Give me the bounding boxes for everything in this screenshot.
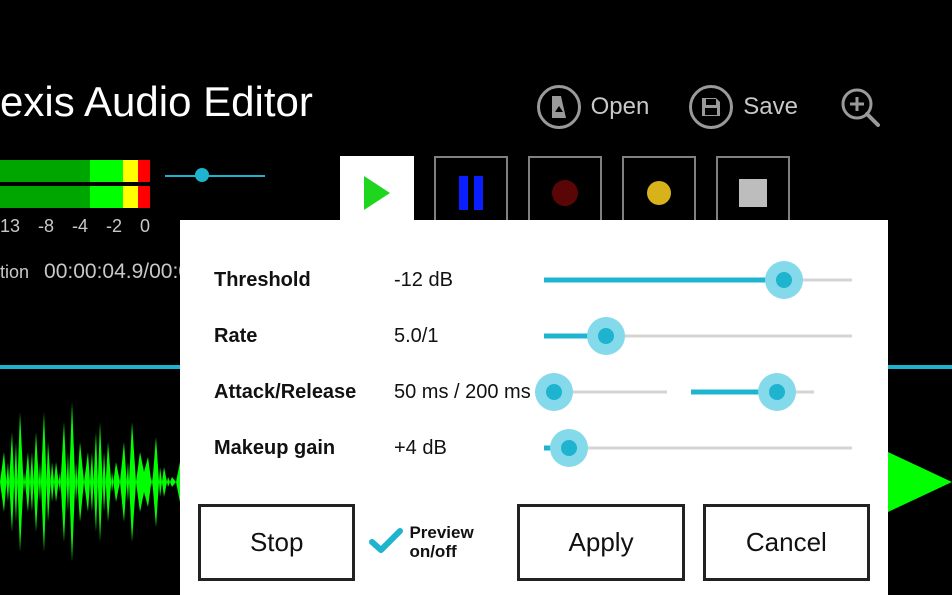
record-icon xyxy=(549,177,581,209)
position-label: tion xyxy=(0,262,29,283)
meter-channel-left xyxy=(0,160,150,182)
threshold-label: Threshold xyxy=(214,269,394,292)
stop-icon xyxy=(739,179,767,207)
rate-thumb[interactable] xyxy=(587,317,625,355)
threshold-slider[interactable] xyxy=(544,260,852,300)
save-label: Save xyxy=(743,93,798,121)
rate-row: Rate 5.0/1 xyxy=(214,308,852,364)
level-meter: 13 -8 -4 -2 0 xyxy=(0,160,150,237)
app-title: exis Audio Editor xyxy=(0,78,313,126)
mark-button[interactable] xyxy=(622,156,696,230)
meter-scale: 13 -8 -4 -2 0 xyxy=(0,216,150,237)
open-button[interactable]: Open xyxy=(537,85,650,129)
cancel-button[interactable]: Cancel xyxy=(703,504,870,581)
position-readout: tion 00:00:04.9/00:00: xyxy=(0,260,208,284)
attack-release-row: Attack/Release 50 ms / 200 ms xyxy=(214,364,852,420)
record-button[interactable] xyxy=(528,156,602,230)
attack-thumb[interactable] xyxy=(535,373,573,411)
makeup-gain-row: Makeup gain +4 dB xyxy=(214,420,852,476)
save-button[interactable]: Save xyxy=(689,85,798,129)
stop-button[interactable]: Stop xyxy=(198,504,355,581)
apply-button[interactable]: Apply xyxy=(517,504,684,581)
zoom-scrubber[interactable] xyxy=(165,175,265,205)
attack-slider[interactable] xyxy=(544,372,667,412)
meter-channel-right xyxy=(0,186,150,208)
scrubber-knob[interactable] xyxy=(195,168,209,182)
threshold-thumb[interactable] xyxy=(765,261,803,299)
stop-transport-button[interactable] xyxy=(716,156,790,230)
checkmark-icon xyxy=(373,533,401,553)
makeup-gain-slider[interactable] xyxy=(544,428,852,468)
preview-label: Preview on/off xyxy=(409,524,499,561)
preview-toggle[interactable]: Preview on/off xyxy=(373,524,499,561)
pause-icon xyxy=(457,176,485,210)
save-icon xyxy=(689,85,733,129)
play-button[interactable] xyxy=(340,156,414,230)
threshold-row: Threshold -12 dB xyxy=(214,252,852,308)
dialog-button-row: Stop Preview on/off Apply Cancel xyxy=(180,504,888,581)
transport-bar xyxy=(340,156,790,230)
release-thumb[interactable] xyxy=(758,373,796,411)
makeup-gain-thumb[interactable] xyxy=(550,429,588,467)
compressor-dialog: Threshold -12 dB Rate 5.0/1 Attack/Relea… xyxy=(180,220,888,595)
release-slider[interactable] xyxy=(691,372,814,412)
pause-button[interactable] xyxy=(434,156,508,230)
zoom-in-button[interactable] xyxy=(838,85,882,129)
makeup-gain-label: Makeup gain xyxy=(214,437,394,460)
attack-release-label: Attack/Release xyxy=(214,381,394,404)
marker-icon xyxy=(644,178,674,208)
attack-release-value: 50 ms / 200 ms xyxy=(394,381,544,404)
play-icon xyxy=(362,176,392,210)
threshold-value: -12 dB xyxy=(394,269,544,292)
file-open-icon xyxy=(537,85,581,129)
top-toolbar: Open Save xyxy=(537,85,882,129)
rate-slider[interactable] xyxy=(544,316,852,356)
rate-label: Rate xyxy=(214,325,394,348)
open-label: Open xyxy=(591,93,650,121)
rate-value: 5.0/1 xyxy=(394,325,544,348)
makeup-gain-value: +4 dB xyxy=(394,437,544,460)
